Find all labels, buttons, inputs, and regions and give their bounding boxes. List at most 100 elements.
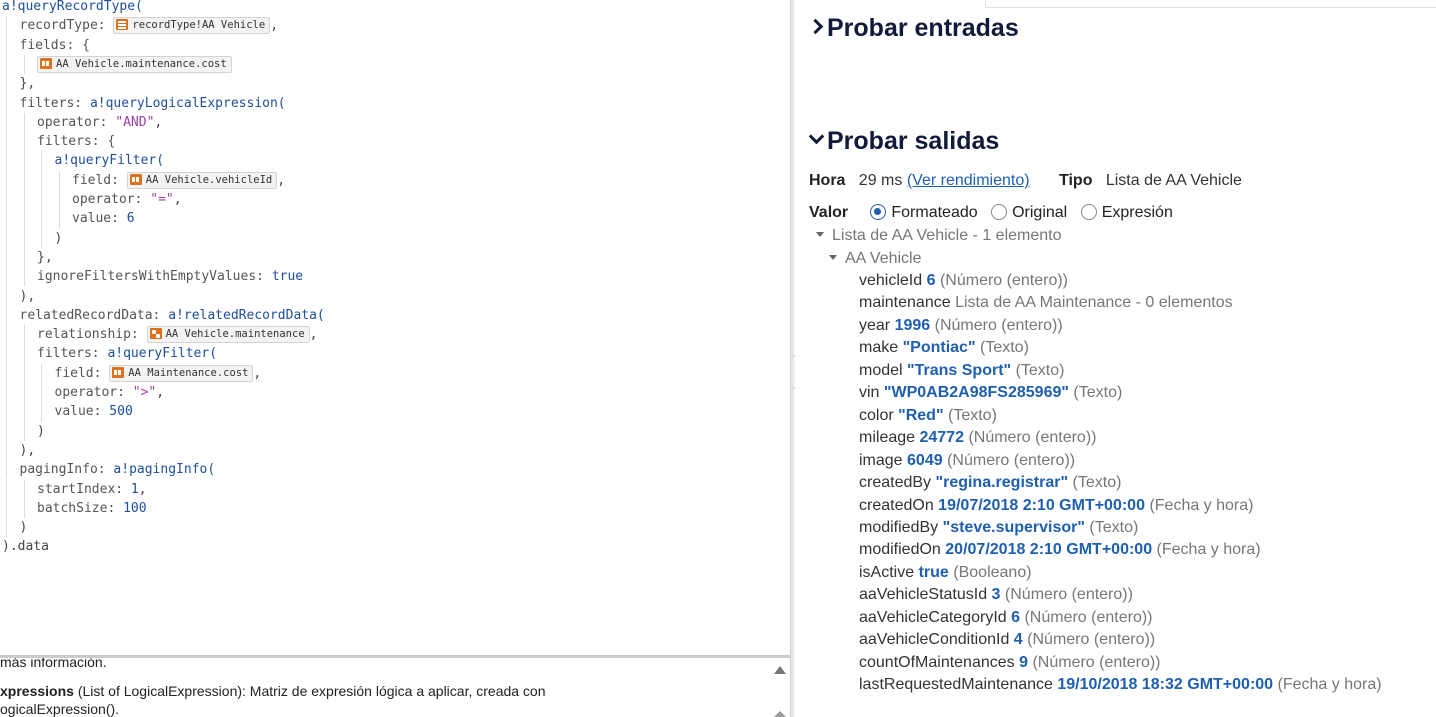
field-type: (Texto) bbox=[948, 406, 997, 424]
code-line[interactable]: operator: ">", bbox=[55, 383, 165, 402]
field-value: 9 bbox=[1019, 653, 1029, 671]
code-line[interactable]: value: 500 bbox=[55, 402, 133, 421]
indent-guide bbox=[41, 209, 42, 229]
field-value: "steve.supervisor" bbox=[942, 518, 1085, 536]
code-line[interactable]: fields: { bbox=[20, 36, 90, 55]
section-test-inputs[interactable]: Probar entradas bbox=[809, 14, 1019, 43]
code-line[interactable]: batchSize: 100 bbox=[37, 499, 147, 518]
field-name: countOfMaintenances bbox=[859, 653, 1015, 671]
field-value: "Red" bbox=[898, 406, 944, 424]
code-token: batchSize: bbox=[37, 500, 124, 516]
code-line[interactable]: field: AA Maintenance.cost, bbox=[54, 364, 261, 383]
field-type: (Número (entero)) bbox=[968, 429, 1097, 447]
field-value: 4 bbox=[1013, 631, 1023, 649]
indent-guide bbox=[6, 305, 7, 326]
radio-selected-icon bbox=[870, 204, 887, 220]
code-line[interactable]: ).data bbox=[2, 537, 49, 556]
field-value: "Trans Sport" bbox=[907, 361, 1012, 379]
record-reference-chip[interactable]: AA Vehicle.vehicleId bbox=[126, 171, 278, 189]
scroll-down-arrow-icon[interactable] bbox=[774, 711, 786, 717]
indent-guide bbox=[6, 267, 7, 287]
field-row: modifiedBy "steve.supervisor" (Texto) bbox=[859, 517, 1138, 539]
code-line[interactable]: filters: a!queryFilter( bbox=[37, 344, 217, 363]
code-line[interactable]: }, bbox=[20, 74, 36, 93]
code-line[interactable]: a!queryFilter( bbox=[55, 151, 165, 170]
code-line[interactable]: relationship: AA Vehicle.maintenance, bbox=[37, 325, 317, 344]
code-line[interactable]: relatedRecordData: a!relatedRecordData( bbox=[20, 306, 325, 325]
record-reference-chip[interactable]: recordType!AA Vehicle bbox=[113, 17, 271, 35]
tree-child[interactable]: AA Vehicle bbox=[829, 250, 922, 268]
chip-label: AA Vehicle.maintenance bbox=[165, 328, 305, 341]
radio-expression[interactable]: Expresión bbox=[1080, 204, 1173, 221]
code-token: filters: bbox=[19, 95, 90, 111]
indent-guide bbox=[6, 190, 7, 210]
field-type: (Booleano) bbox=[953, 563, 1032, 581]
code-token: 1 bbox=[130, 481, 139, 497]
code-line[interactable]: a!queryRecordType( bbox=[2, 0, 143, 16]
radio-formatted[interactable]: Formateado bbox=[870, 204, 978, 221]
field-type: (Texto) bbox=[1015, 361, 1065, 379]
code-token: operator: bbox=[54, 385, 133, 400]
radio-original[interactable]: Original bbox=[991, 204, 1067, 221]
indent-guide bbox=[6, 402, 7, 422]
indent-guide bbox=[6, 479, 7, 499]
code-line[interactable]: filters: a!queryLogicalExpression( bbox=[20, 94, 286, 113]
view-performance-link[interactable]: (Ver rendimiento) bbox=[907, 172, 1030, 189]
indent-guide bbox=[6, 286, 7, 306]
code-line[interactable]: value: 6 bbox=[72, 209, 135, 228]
code-token: , bbox=[309, 327, 318, 343]
code-line[interactable]: filters: { bbox=[37, 132, 115, 151]
time-value: 29 ms bbox=[858, 172, 903, 189]
field-value: 19/07/2018 2:10 GMT+00:00 bbox=[938, 496, 1145, 514]
record-reference-chip[interactable]: AA Vehicle.maintenance bbox=[146, 326, 310, 344]
code-token: field: bbox=[54, 365, 110, 381]
indent-guide bbox=[23, 209, 25, 229]
code-line[interactable]: startIndex: 1, bbox=[37, 480, 147, 499]
indent-guide bbox=[23, 421, 25, 441]
code-line[interactable]: AA Vehicle.maintenance.cost bbox=[37, 55, 232, 74]
field-type: (Número (entero)) bbox=[947, 451, 1076, 469]
tree-root[interactable]: Lista de AA Vehicle - 1 elemento bbox=[816, 227, 1061, 245]
record-field-icon bbox=[40, 57, 52, 69]
field-row: vin "WP0AB2A98FS285969" (Texto) bbox=[859, 382, 1122, 404]
code-line[interactable]: pagingInfo: a!pagingInfo( bbox=[20, 460, 216, 479]
indent-guide bbox=[6, 498, 7, 519]
indent-guide bbox=[41, 383, 42, 403]
code-line[interactable]: }, bbox=[37, 248, 53, 267]
code-line[interactable]: ), bbox=[20, 441, 36, 460]
indent-guide bbox=[41, 402, 42, 422]
field-type: (Texto) bbox=[1072, 474, 1122, 492]
code-line[interactable]: ignoreFiltersWithEmptyValues: true bbox=[37, 267, 303, 286]
code-token: ).data bbox=[2, 539, 49, 555]
code-token: ), bbox=[19, 442, 36, 458]
code-line[interactable]: ) bbox=[55, 229, 63, 248]
code-line[interactable]: ), bbox=[20, 287, 36, 306]
code-token: value: bbox=[72, 211, 127, 227]
code-line[interactable]: field: AA Vehicle.vehicleId, bbox=[72, 171, 285, 190]
code-line[interactable]: operator: "AND", bbox=[37, 113, 162, 132]
indent-guide bbox=[23, 402, 25, 422]
indent-guide bbox=[6, 518, 7, 538]
section-test-outputs[interactable]: Probar salidas bbox=[809, 127, 999, 156]
indent-guide bbox=[41, 190, 42, 210]
help-panel: más información. xpressions (List of Log… bbox=[0, 658, 790, 717]
field-row: isActive true (Booleano) bbox=[859, 562, 1032, 584]
code-line[interactable]: ) bbox=[20, 518, 28, 537]
field-row: model "Trans Sport" (Texto) bbox=[859, 360, 1064, 382]
scroll-up-arrow-icon[interactable] bbox=[774, 666, 786, 674]
code-line[interactable]: ) bbox=[37, 422, 45, 441]
code-line[interactable]: operator: "=", bbox=[72, 190, 182, 209]
record-reference-chip[interactable]: AA Vehicle.maintenance.cost bbox=[37, 55, 232, 73]
code-token: ) bbox=[37, 423, 45, 439]
code-editor[interactable]: a!queryRecordType(recordType: recordType… bbox=[0, 0, 790, 655]
indent-guide bbox=[6, 151, 7, 171]
field-name: year bbox=[859, 316, 891, 334]
indent-guide bbox=[58, 170, 60, 190]
indent-guide bbox=[23, 247, 25, 268]
type-label: Tipo bbox=[1059, 172, 1093, 189]
indent-guide bbox=[6, 74, 7, 94]
code-token: "=" bbox=[150, 192, 174, 207]
record-reference-chip[interactable]: AA Maintenance.cost bbox=[109, 364, 254, 382]
code-token: startIndex: bbox=[37, 481, 131, 497]
code-line[interactable]: recordType: recordType!AA Vehicle, bbox=[20, 16, 278, 35]
